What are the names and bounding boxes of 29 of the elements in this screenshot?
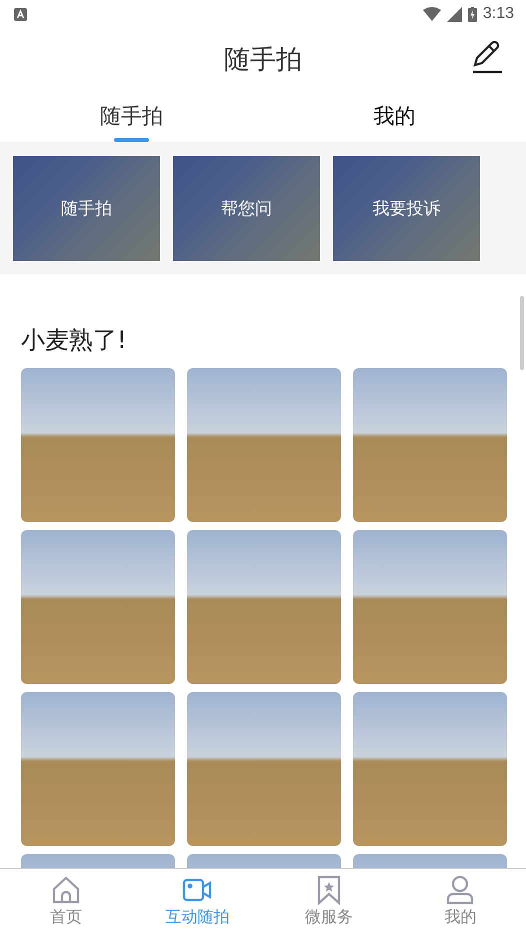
user-icon: [445, 875, 476, 905]
shortcut-card[interactable]: 随手拍: [13, 156, 160, 261]
nav-item[interactable]: 我的: [394, 869, 526, 936]
edit-button[interactable]: [470, 40, 504, 76]
shortcut-card[interactable]: 帮您问: [173, 156, 320, 261]
tab[interactable]: 随手拍: [0, 90, 263, 142]
photo-placeholder[interactable]: [187, 530, 341, 684]
nav-item[interactable]: 首页: [0, 869, 132, 936]
nav-item[interactable]: 微服务: [263, 869, 394, 936]
nav-item[interactable]: 互动随拍: [132, 869, 263, 936]
photo-placeholder[interactable]: [353, 692, 507, 846]
home-icon: [50, 875, 81, 905]
tab[interactable]: 我的: [263, 90, 526, 142]
photo-placeholder[interactable]: [187, 368, 341, 522]
shortcut-card[interactable]: 我要投诉: [333, 156, 480, 261]
photo-placeholder[interactable]: [353, 530, 507, 684]
page-title: 随手拍: [224, 44, 302, 76]
photo-placeholder[interactable]: [21, 692, 175, 846]
photo-placeholder[interactable]: [21, 368, 175, 522]
keyboard-a-icon: [14, 8, 27, 20]
battery-icon: [468, 6, 477, 22]
status-time: 3:13: [482, 5, 514, 23]
photo-placeholder[interactable]: [353, 368, 507, 522]
photo-placeholder[interactable]: [21, 530, 175, 684]
pencil-icon: [470, 40, 504, 74]
wifi-icon: [422, 7, 441, 21]
signal-icon: [446, 6, 462, 22]
photo-placeholder[interactable]: [187, 692, 341, 846]
album-title: 小麦熟了!: [21, 325, 128, 356]
